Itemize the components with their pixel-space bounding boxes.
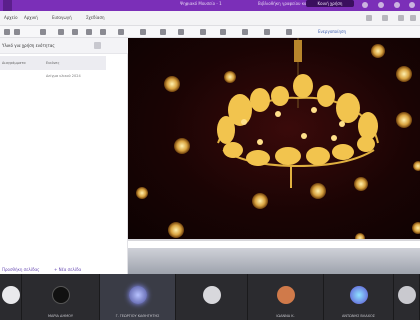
redo-icon[interactable] (14, 29, 20, 35)
ribbon-icon[interactable] (382, 15, 388, 21)
tag-icon[interactable] (200, 29, 206, 35)
participant-name: ΙΩΑΝΝΑ Κ. (276, 314, 295, 318)
avatar (349, 286, 368, 304)
insert-icon[interactable] (242, 29, 248, 35)
menu-item-home[interactable]: Αρχική (24, 15, 38, 20)
avatar (202, 286, 221, 304)
ribbon-icon[interactable] (366, 15, 372, 21)
align-icon[interactable] (178, 29, 184, 35)
menu-item-design[interactable]: Σχεδίαση (86, 15, 105, 20)
participants-bar: ΜΑΡΙΑ ΔΗΜΟΥ Γ. ΓΕΩΡΓΙΟΥ ΚΑΘΗΓΗΤΗΣ ΙΩΑΝΝΑ… (0, 274, 420, 320)
dictate-icon[interactable] (264, 29, 270, 35)
avatar (1, 286, 20, 304)
title-bar: Ψηφιακό Μουσείο - 1 Βιβλιοθήκη γραφείου … (0, 0, 420, 11)
add-page-link[interactable]: Προσθήκη σελίδας (2, 267, 40, 272)
avatar (276, 286, 295, 304)
golden-wreath-photo (128, 38, 420, 243)
menu-item-insert[interactable]: Εισαγωγή (52, 15, 72, 20)
close-panel-icon[interactable] (94, 42, 101, 49)
row-value: Εικόνες (46, 61, 60, 65)
highlight-icon[interactable] (118, 29, 124, 35)
activate-link[interactable]: Ενεργοποίηση (318, 29, 346, 34)
participant-tile[interactable]: Γ. ΓΕΩΡΓΙΟΥ ΚΑΘΗΓΗΤΗΣ (100, 274, 176, 320)
avatar (51, 286, 70, 304)
menu-bar: Αρχείο Αρχική Εισαγωγή Σχεδίαση (0, 11, 420, 26)
ribbon-icon[interactable] (398, 15, 404, 21)
participant-tile[interactable]: ΑΝΤΩΝΗΣ ΒΛΑΧΟΣ (324, 274, 394, 320)
avatar (397, 286, 416, 304)
panel-header: Υλικό για χρήση ενότητας (0, 38, 128, 54)
account-icon[interactable] (362, 2, 368, 8)
delete-icon[interactable] (72, 29, 78, 35)
viewer-divider (128, 241, 420, 248)
minimize-icon[interactable] (378, 2, 384, 8)
participant-name: Γ. ΓΕΩΡΓΙΟΥ ΚΑΘΗΓΗΤΗΣ (115, 314, 160, 318)
paste-icon[interactable] (40, 29, 46, 35)
panel-footer: Προσθήκη σελίδας + Νέα σελίδα (0, 266, 128, 274)
app-icon[interactable] (3, 0, 12, 11)
checkbox-icon[interactable] (220, 29, 226, 35)
participant-name: ΜΑΡΙΑ ΔΗΜΟΥ (47, 314, 73, 318)
panel-title: Υλικό για χρήση ενότητας (2, 43, 55, 48)
menu-item-file[interactable]: Αρχείο (4, 15, 18, 20)
next-slide-preview (128, 248, 420, 274)
more-icon[interactable] (286, 29, 292, 35)
window-title: Ψηφιακό Μουσείο - 1 (180, 1, 222, 6)
format-icon[interactable] (58, 29, 64, 35)
ribbon-icon[interactable] (410, 15, 416, 21)
participant-tile[interactable]: ΜΑΡΙΑ ΔΗΜΟΥ (22, 274, 100, 320)
participant-name: ΑΝΤΩΝΗΣ ΒΛΑΧΟΣ (342, 314, 375, 318)
maximize-icon[interactable] (394, 2, 400, 8)
participant-tile[interactable] (394, 274, 420, 320)
row-subtext: Δείγμα υλικού 2024 (46, 74, 81, 78)
italic-icon[interactable] (100, 29, 106, 35)
share-button[interactable]: Κοινή χρήση (306, 0, 354, 7)
golden-wreath-image (136, 38, 420, 243)
new-page-link[interactable]: + Νέα σελίδα (54, 267, 81, 272)
toolbar: Ενεργοποίηση (0, 26, 420, 38)
participant-tile[interactable] (0, 274, 22, 320)
row-name: Διαγράμματα (2, 61, 26, 65)
list-item[interactable]: Διαγράμματα Εικόνες (0, 56, 106, 70)
avatar (128, 286, 147, 304)
participant-tile[interactable] (176, 274, 248, 320)
bold-icon[interactable] (86, 29, 92, 35)
list-icon[interactable] (140, 29, 146, 35)
page-list-panel: Υλικό για χρήση ενότητας Διαγράμματα Εικ… (0, 38, 128, 274)
image-viewer (128, 38, 420, 243)
participant-tile[interactable]: ΙΩΑΝΝΑ Κ. (248, 274, 324, 320)
close-icon[interactable] (409, 2, 415, 8)
undo-icon[interactable] (4, 29, 10, 35)
indent-icon[interactable] (160, 29, 166, 35)
